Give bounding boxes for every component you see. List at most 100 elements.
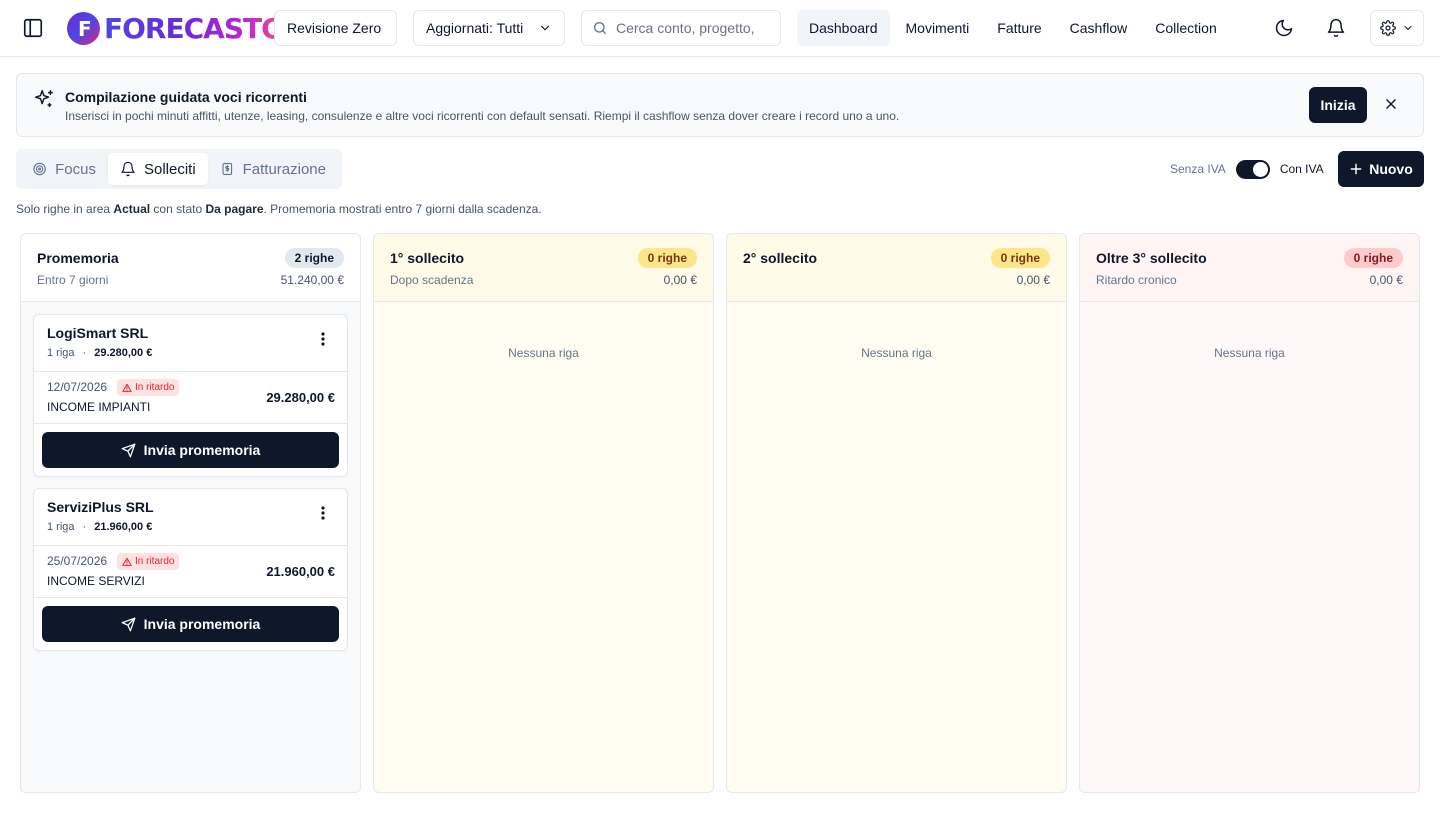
column-total: 0,00 € [1016, 273, 1050, 287]
column-second-reminder: 2° sollecito 0 righe 0,00 € Nessuna riga [726, 233, 1067, 793]
column-header: 2° sollecito 0 righe 0,00 € [727, 234, 1066, 302]
empty-state: Nessuna riga [508, 346, 579, 360]
status-badge: In ritardo [117, 379, 180, 396]
row-amount: 21.960,00 € [266, 564, 335, 579]
recurring-items-banner: Compilazione guidata voci ricorrenti Ins… [16, 73, 1424, 137]
customer-name: LogiSmart SRL [47, 325, 149, 341]
plus-icon [1350, 163, 1362, 175]
bell-icon[interactable] [1323, 15, 1349, 41]
banner-title: Compilazione guidata voci ricorrenti [65, 89, 307, 105]
top-bar: F FORECASTC Revisione Zero Aggiornati: T… [0, 0, 1440, 57]
column-subtitle: Ritardo cronico [1096, 273, 1177, 287]
column-title: Promemoria [37, 250, 119, 266]
nav-movimenti[interactable]: Movimenti [894, 10, 982, 46]
search-box[interactable] [581, 10, 781, 46]
nav-collection[interactable]: Collection [1143, 10, 1228, 46]
column-total: 0,00 € [663, 273, 697, 287]
target-icon [33, 162, 46, 176]
column-total: 51.240,00 € [280, 273, 344, 287]
app-logo[interactable]: F FORECASTC [67, 11, 277, 45]
new-button[interactable]: Nuovo [1338, 151, 1424, 187]
column-beyond-third-reminder: Oltre 3° sollecito Ritardo cronico 0 rig… [1079, 233, 1420, 793]
customer-card: LogiSmart SRL 1 riga · 29.280,00 € 12/07/2… [33, 314, 348, 477]
tab-focus[interactable]: Focus [20, 153, 108, 185]
filter-info-text: Solo righe in area Actual con stato Da p… [16, 202, 542, 216]
vat-off-label: Senza IVA [1170, 162, 1226, 176]
bell-icon [121, 161, 135, 177]
updated-filter-label: Aggiornati: Tutti [426, 20, 524, 36]
settings-menu-button[interactable] [1370, 10, 1424, 46]
updated-filter-dropdown[interactable]: Aggiornati: Tutti [413, 10, 565, 46]
card-meta: 1 riga · 29.280,00 € [47, 347, 153, 359]
customer-card: ServiziPlus SRL 1 riga · 21.960,00 € 25/07… [33, 488, 348, 651]
column-title: 2° sollecito [743, 250, 818, 266]
card-header: LogiSmart SRL 1 riga · 29.280,00 € [34, 315, 347, 372]
status-badge: In ritardo [117, 553, 180, 570]
tab-fatturazione[interactable]: Fatturazione [208, 153, 338, 185]
row-amount: 29.280,00 € [266, 390, 335, 405]
vat-on-label: Con IVA [1279, 162, 1324, 176]
main-nav: Dashboard Movimenti Fatture Cashflow Col… [797, 10, 1229, 46]
warning-icon [122, 557, 132, 566]
more-vertical-icon[interactable] [313, 503, 333, 523]
sidebar-toggle-icon[interactable] [22, 17, 44, 39]
view-tabs: Focus Solleciti Fatturazione [16, 149, 342, 189]
due-date: 12/07/2026 [47, 380, 108, 394]
logo-text: FORECASTC [104, 12, 277, 45]
gear-icon [1380, 20, 1396, 36]
more-vertical-icon[interactable] [313, 329, 333, 349]
revision-selector[interactable]: Revisione Zero [274, 10, 397, 46]
search-input[interactable] [616, 20, 766, 36]
banner-start-button[interactable]: Inizia [1309, 87, 1367, 123]
column-promemoria: Promemoria Entro 7 giorni 2 righe 51.240… [20, 233, 361, 793]
new-button-label: Nuovo [1369, 161, 1413, 177]
revision-label: Revisione Zero [287, 20, 382, 36]
column-count-badge: 0 righe [637, 248, 697, 268]
column-subtitle: Dopo scadenza [390, 273, 474, 287]
column-title: Oltre 3° sollecito [1096, 250, 1207, 266]
row-description: INCOME IMPIANTI [47, 400, 151, 414]
vat-switch[interactable] [1235, 159, 1270, 179]
vat-toggle: Senza IVA Con IVA [1170, 158, 1324, 180]
send-icon [121, 617, 136, 631]
warning-icon [122, 383, 132, 392]
receipt-icon [222, 162, 233, 176]
logo-mark: F [67, 11, 100, 45]
column-count-badge: 0 righe [1343, 248, 1403, 268]
nav-fatture[interactable]: Fatture [985, 10, 1053, 46]
customer-name: ServiziPlus SRL [47, 499, 154, 515]
moon-icon[interactable] [1271, 15, 1297, 41]
column-header: 1° sollecito Dopo scadenza 0 righe 0,00 … [374, 234, 713, 302]
chevron-down-icon [540, 25, 550, 31]
column-first-reminder: 1° sollecito Dopo scadenza 0 righe 0,00 … [373, 233, 714, 793]
column-title: 1° sollecito [390, 250, 465, 266]
search-icon [594, 22, 606, 34]
tab-label: Solleciti [144, 160, 196, 178]
card-header: ServiziPlus SRL 1 riga · 21.960,00 € [34, 489, 347, 546]
send-reminder-button[interactable]: Invia promemoria [42, 432, 339, 468]
column-total: 0,00 € [1369, 273, 1403, 287]
empty-state: Nessuna riga [861, 346, 932, 360]
invoice-row[interactable]: 25/07/2026 In ritardo INCOME SERVIZI 21.… [34, 546, 347, 598]
nav-dashboard[interactable]: Dashboard [797, 10, 890, 46]
column-count-badge: 2 righe [284, 248, 344, 268]
column-header: Promemoria Entro 7 giorni 2 righe 51.240… [21, 234, 360, 302]
due-date: 25/07/2026 [47, 554, 108, 568]
banner-description: Inserisci in pochi minuti affitti, utenz… [65, 109, 900, 123]
tab-solleciti[interactable]: Solleciti [108, 153, 208, 185]
card-meta: 1 riga · 21.960,00 € [47, 521, 153, 533]
close-icon[interactable] [1381, 94, 1401, 114]
tab-label: Fatturazione [242, 160, 326, 178]
invoice-row[interactable]: 12/07/2026 In ritardo INCOME IMPIANTI 29… [34, 372, 347, 424]
sparkles-icon [33, 88, 55, 110]
column-subtitle: Entro 7 giorni [37, 273, 109, 287]
chevron-down-icon [1404, 26, 1412, 30]
send-reminder-button[interactable]: Invia promemoria [42, 606, 339, 642]
nav-cashflow[interactable]: Cashflow [1058, 10, 1140, 46]
row-description: INCOME SERVIZI [47, 574, 145, 588]
column-header: Oltre 3° sollecito Ritardo cronico 0 rig… [1080, 234, 1419, 302]
send-icon [121, 443, 136, 457]
tab-label: Focus [55, 160, 96, 178]
empty-state: Nessuna riga [1214, 346, 1285, 360]
column-count-badge: 0 righe [990, 248, 1050, 268]
